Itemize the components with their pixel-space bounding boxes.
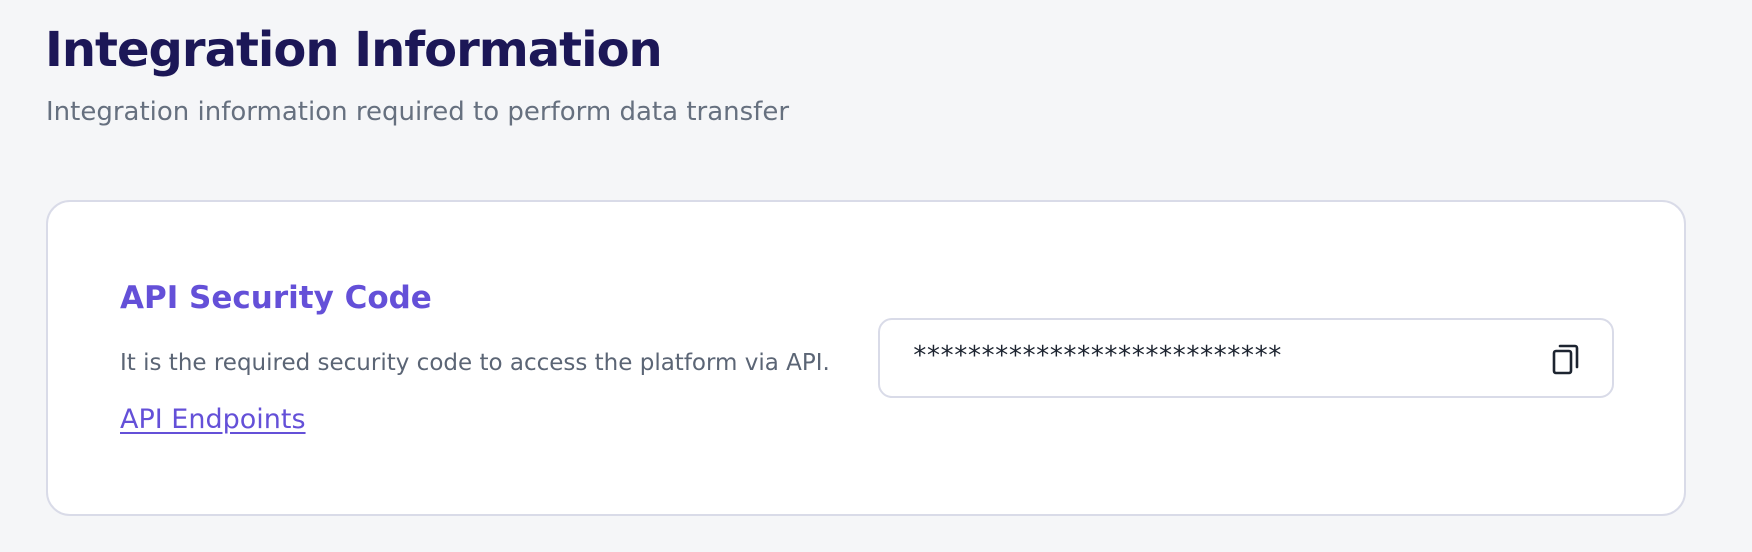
api-endpoints-link[interactable]: API Endpoints <box>120 404 306 435</box>
copy-icon <box>1548 340 1584 378</box>
integration-page: Integration Information Integration info… <box>0 0 1752 552</box>
api-security-card: API Security Code It is the required sec… <box>46 200 1686 516</box>
copy-button[interactable] <box>1548 340 1584 378</box>
page-subtitle: Integration information required to perf… <box>46 97 790 127</box>
api-code-field[interactable]: *************************** <box>878 318 1614 398</box>
api-security-description: It is the required security code to acce… <box>120 350 830 376</box>
api-code-value: *************************** <box>912 341 1283 371</box>
api-security-title: API Security Code <box>120 280 432 316</box>
page-title: Integration Information <box>45 22 663 78</box>
